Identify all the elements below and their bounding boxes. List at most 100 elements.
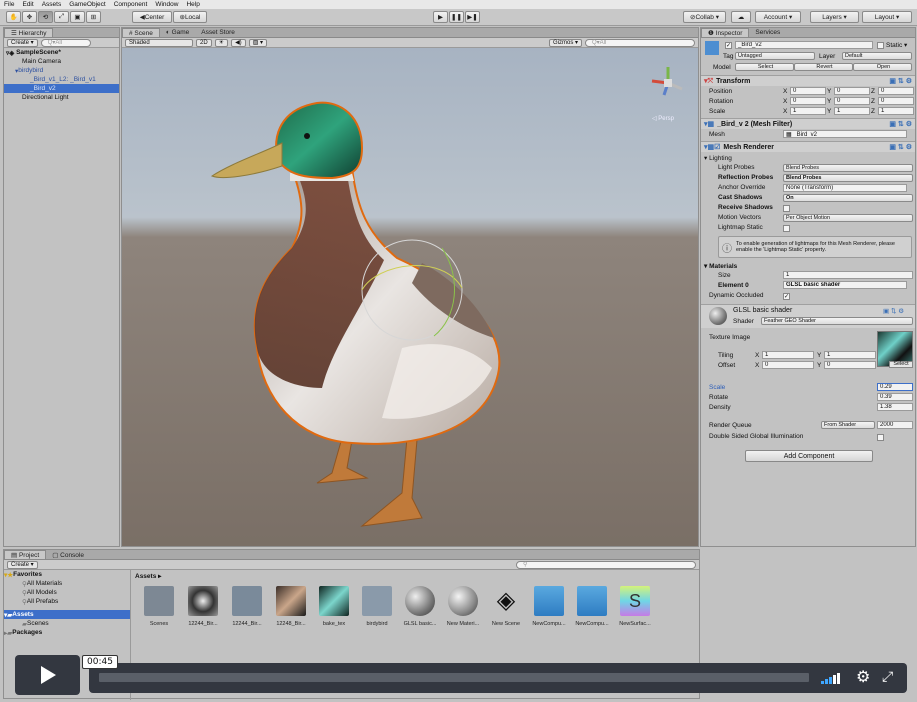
component-settings-icon[interactable]: ▣ ⇅ ⚙: [883, 307, 904, 315]
density-prop-field[interactable]: 1.38: [877, 403, 913, 411]
asset-surface-shader[interactable]: S NewSurfac...: [617, 586, 653, 627]
asset-texture-1[interactable]: 12244_Bir...: [185, 586, 221, 627]
asset-compute-shader-2[interactable]: NewCompu...: [574, 586, 610, 627]
menu-edit[interactable]: Edit: [22, 1, 33, 8]
render-queue-field[interactable]: 2000: [877, 421, 913, 429]
tab-console[interactable]: ▢ Console: [46, 550, 90, 559]
tab-scene[interactable]: # Scene: [122, 28, 160, 37]
motion-vectors-dropdown[interactable]: Per Object Motion: [783, 214, 913, 222]
menu-gameobject[interactable]: GameObject: [69, 1, 106, 8]
rect-tool-button[interactable]: ▣: [70, 11, 85, 23]
dynamic-occluded-checkbox[interactable]: ✓: [783, 293, 790, 300]
active-checkbox[interactable]: ✓: [725, 42, 732, 49]
lighting-toggle[interactable]: ☀: [214, 38, 229, 47]
tab-hierarchy[interactable]: ☰ Hierarchy: [4, 28, 54, 37]
hierarchy-item-directional-light[interactable]: Directional Light: [4, 93, 119, 102]
anchor-override-field[interactable]: None (Transform): [783, 184, 907, 192]
model-select-button[interactable]: Select: [735, 63, 794, 71]
scene-search-input[interactable]: Q▾All: [585, 38, 695, 47]
lightmap-static-checkbox[interactable]: [783, 225, 790, 232]
tab-services[interactable]: Services: [749, 28, 786, 37]
asset-model-1[interactable]: 12244_Bir...: [229, 586, 265, 627]
asset-breadcrumb[interactable]: Assets ▸: [135, 572, 161, 580]
video-play-button[interactable]: [15, 655, 80, 695]
scene-viewport[interactable]: ◁ Persp: [122, 48, 698, 546]
gizmos-dropdown[interactable]: Gizmos ▾: [548, 38, 582, 47]
settings-gear-icon[interactable]: ⚙: [856, 667, 870, 687]
scene-root-row[interactable]: ▿◈ SampleScene*: [4, 48, 119, 57]
scale-z-field[interactable]: 1: [878, 107, 914, 115]
project-create-button[interactable]: Create ▾: [7, 560, 38, 569]
effects-toggle[interactable]: ▨ ▾: [248, 38, 268, 47]
hand-tool-button[interactable]: ✋: [6, 11, 21, 23]
favorites-row[interactable]: ▾★ Favorites: [4, 570, 130, 579]
component-settings-icon[interactable]: ▣ ⇅ ⚙: [889, 143, 912, 151]
shader-dropdown[interactable]: Feather GEO Shader: [761, 317, 913, 325]
element-0-field[interactable]: GLSL basic shader: [783, 281, 907, 289]
reflection-probes-dropdown[interactable]: Blend Probes: [783, 174, 913, 182]
light-probes-dropdown[interactable]: Blend Probes: [783, 164, 913, 172]
transform-tool-button[interactable]: ⊞: [86, 11, 101, 23]
rotation-x-field[interactable]: 0: [790, 97, 826, 105]
hierarchy-search-input[interactable]: Q▾All: [40, 38, 91, 47]
texture-select-button[interactable]: Select: [889, 361, 913, 368]
asset-glsl-shader-material[interactable]: GLSL basic...: [402, 586, 438, 627]
mesh-renderer-header[interactable]: ▾▦☑ Mesh Renderer ▣ ⇅ ⚙: [701, 141, 915, 152]
video-progress-track[interactable]: [99, 673, 809, 682]
model-open-button[interactable]: Open: [853, 63, 912, 71]
tab-project[interactable]: ▤ Project: [4, 550, 47, 559]
asset-scenes-folder[interactable]: Scenes: [141, 586, 177, 627]
materials-size-field[interactable]: 1: [783, 271, 913, 279]
double-sided-gi-checkbox[interactable]: [877, 434, 884, 441]
asset-new-material[interactable]: New Materi...: [445, 586, 481, 627]
scale-y-field[interactable]: 1: [834, 107, 870, 115]
layout-dropdown[interactable]: Layout ▾: [862, 11, 912, 23]
cloud-button[interactable]: ☁: [731, 11, 751, 23]
assets-folder-row[interactable]: ▾▰ Assets: [4, 610, 130, 619]
scenes-folder-row[interactable]: ▰ Scenes: [4, 619, 130, 628]
offset-y-field[interactable]: 0: [824, 361, 876, 369]
asset-compute-shader-1[interactable]: NewCompu...: [531, 586, 567, 627]
hierarchy-create-button[interactable]: Create ▾: [7, 38, 38, 47]
collab-dropdown[interactable]: ⊘Collab ▾: [683, 11, 726, 23]
materials-foldout[interactable]: ▾ Materials: [704, 262, 737, 270]
tiling-x-field[interactable]: 1: [762, 351, 814, 359]
mesh-field[interactable]: ▦ _Bird_v2: [783, 130, 907, 138]
pivot-center-toggle[interactable]: ◀Center: [132, 11, 172, 23]
render-queue-dropdown[interactable]: From Shader: [821, 421, 875, 429]
static-dropdown[interactable]: Static ▾: [886, 41, 907, 49]
model-revert-button[interactable]: Revert: [794, 63, 853, 71]
layers-dropdown[interactable]: Layers ▾: [810, 11, 859, 23]
menu-help[interactable]: Help: [186, 1, 199, 8]
receive-shadows-checkbox[interactable]: [783, 205, 790, 212]
tab-game[interactable]: ◐ Game: [160, 28, 195, 37]
menu-window[interactable]: Window: [155, 1, 178, 8]
project-search-input[interactable]: ⚲: [516, 560, 696, 569]
static-checkbox[interactable]: [877, 42, 884, 49]
pause-button[interactable]: ❚❚: [449, 11, 464, 23]
scale-tool-button[interactable]: ⤢: [54, 11, 69, 23]
asset-new-scene[interactable]: ◈ New Scene: [488, 586, 524, 627]
tab-inspector[interactable]: ❶ Inspector: [701, 28, 750, 37]
asset-bake-tex[interactable]: bake_tex: [316, 586, 352, 627]
favorite-all-models[interactable]: ⚲ All Models: [4, 588, 130, 597]
favorite-all-materials[interactable]: ⚲ All Materials: [4, 579, 130, 588]
transform-header[interactable]: ▾⤧ Transform ▣ ⇅ ⚙: [701, 75, 915, 86]
rotate-prop-field[interactable]: 0.39: [877, 393, 913, 401]
menu-assets[interactable]: Assets: [42, 1, 62, 8]
fullscreen-icon[interactable]: ⤢: [882, 668, 893, 685]
step-button[interactable]: ▶❚: [465, 11, 480, 23]
favorite-all-prefabs[interactable]: ⚲ All Prefabs: [4, 597, 130, 606]
mesh-filter-header[interactable]: ▾▦ _Bird_v 2 (Mesh Filter) ▣ ⇅ ⚙: [701, 118, 915, 129]
hierarchy-item-bird-v2-selected[interactable]: _Bird_v2: [4, 84, 119, 93]
hierarchy-item-bird-v1[interactable]: _Bird_v1_L2: _Bird_v1: [4, 75, 119, 84]
lighting-foldout[interactable]: ▾ Lighting: [704, 154, 732, 162]
asset-birdybird[interactable]: birdybird: [359, 586, 395, 627]
volume-icon[interactable]: [821, 672, 841, 684]
rotation-y-field[interactable]: 0: [834, 97, 870, 105]
add-component-button[interactable]: Add Component: [745, 450, 873, 462]
toggle-2d-button[interactable]: 2D: [196, 38, 212, 47]
menu-file[interactable]: File: [4, 1, 14, 8]
tab-asset-store[interactable]: Asset Store: [195, 28, 241, 37]
cast-shadows-dropdown[interactable]: On: [783, 194, 913, 202]
